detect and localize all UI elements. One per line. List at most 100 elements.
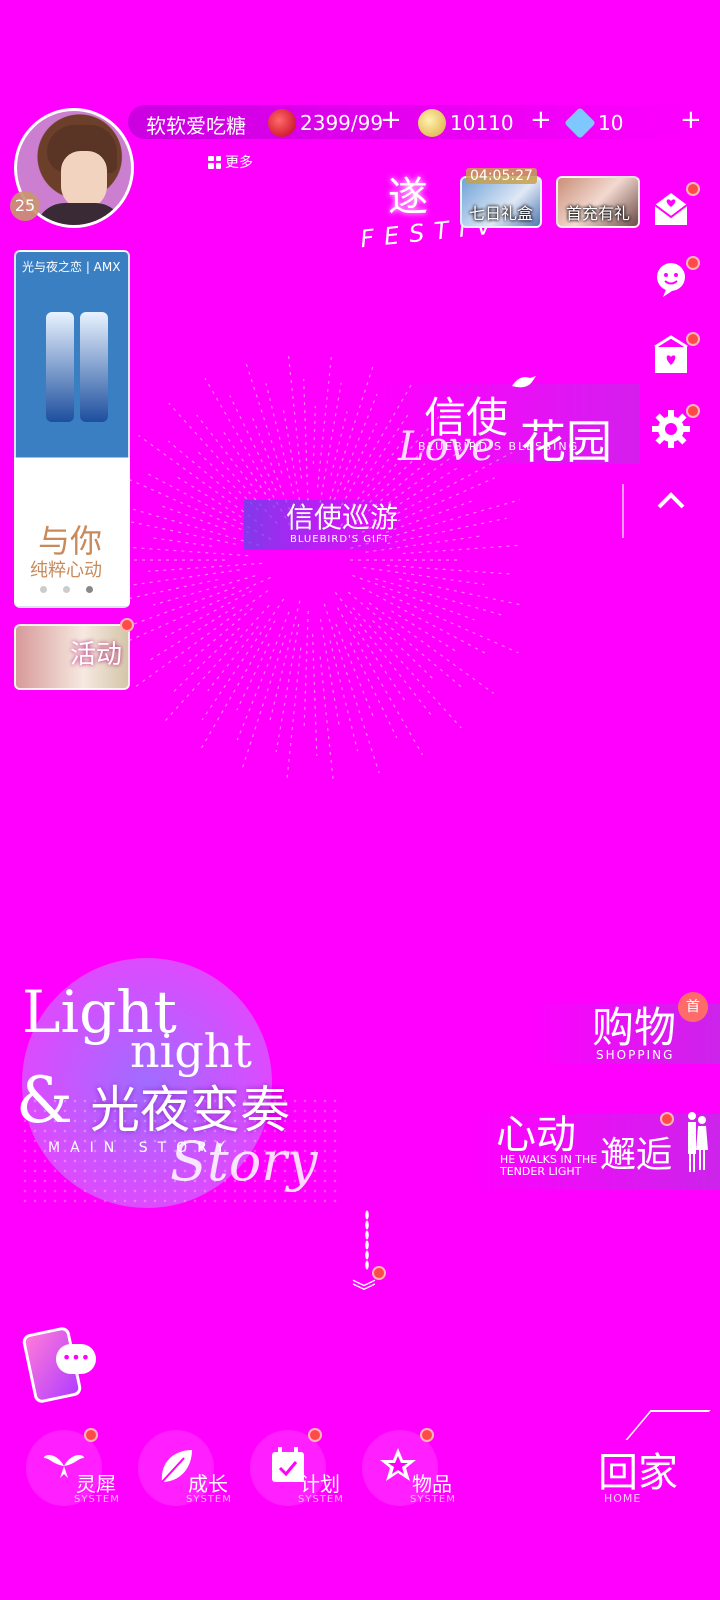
settings-notification-dot (686, 404, 700, 418)
firework-spark (241, 634, 287, 771)
level-badge: 25 (10, 191, 40, 221)
diamond-icon (564, 107, 596, 139)
scroll-down-button[interactable]: ︾ (352, 1272, 376, 1307)
firework-spark (353, 624, 407, 703)
diamonds-value: 10 (598, 111, 624, 135)
firework-spark (352, 607, 462, 729)
settings-button[interactable] (648, 404, 700, 452)
nav-lingxi-sub: SYSTEM (74, 1494, 120, 1505)
firework-spark (122, 569, 240, 587)
coin-icon (418, 109, 446, 137)
more-button[interactable]: 更多 (208, 152, 253, 172)
firework-spark (131, 586, 236, 626)
firework-spark (330, 411, 348, 476)
stamina-value: 2399/99 (300, 111, 384, 135)
carousel-dots (40, 586, 93, 593)
drink-bottle-image (46, 312, 74, 422)
cruise-title: 信使巡游 (286, 501, 399, 534)
scroll-dots (365, 1210, 369, 1270)
nav-plan[interactable]: 计划 SYSTEM (250, 1428, 360, 1520)
garden-title-a: 信使 (424, 393, 509, 442)
firework-spark (148, 562, 263, 572)
nav-items[interactable]: 物品 SYSTEM (362, 1428, 472, 1520)
house-roof-icon (625, 1410, 711, 1440)
firework-spark (372, 620, 435, 681)
firework-spark (323, 603, 380, 774)
firework-spark (402, 544, 520, 555)
firework-spark (229, 395, 277, 492)
encounter-english: HE WALKS IN THE TENDER LIGHT (500, 1153, 598, 1178)
mail-button[interactable] (648, 182, 700, 232)
firework-spark (150, 536, 213, 547)
firework-spark (275, 623, 300, 753)
nav-lingxi[interactable]: 灵犀 SYSTEM (26, 1428, 136, 1520)
seven-day-gift-label: 七日礼盒 (468, 204, 533, 223)
gift-notification-dot (686, 332, 700, 346)
firework-spark (329, 363, 375, 500)
scroll-notification-dot (372, 1266, 386, 1280)
first-charge-label: 首充有礼 (565, 204, 630, 223)
diamonds-display: 10 (564, 107, 624, 139)
firework-spark (398, 578, 520, 606)
encounter-notification-dot (660, 1112, 674, 1126)
firework-spark (319, 656, 334, 780)
add-stamina-button[interactable]: + (380, 105, 402, 135)
nav-items-sub: SYSTEM (410, 1494, 456, 1505)
firework-spark (349, 642, 398, 739)
firework-spark (384, 592, 519, 654)
shopping-title: 购物 (592, 1003, 677, 1052)
firework-spark (303, 379, 309, 502)
firework-spark (265, 383, 295, 495)
home-button[interactable]: 回家 HOME (598, 1410, 711, 1505)
firework-spark (303, 610, 309, 729)
firework-spark (199, 620, 276, 751)
garden-english: BLUEBIRD'S BLESSING (418, 440, 580, 453)
divider (622, 484, 624, 538)
mail-icon (654, 193, 688, 225)
first-purchase-badge: 首 (678, 992, 708, 1022)
ad-brand: 光与夜之恋 | AMX (22, 260, 121, 274)
nav-plan-sub: SYSTEM (298, 1494, 344, 1505)
chevron-up-icon (657, 492, 685, 509)
gift-box-icon (654, 335, 688, 373)
chat-button[interactable] (648, 256, 700, 304)
firework-spark (236, 643, 270, 711)
firework-spark (343, 423, 378, 491)
nav-growth-label: 成长 (188, 1472, 228, 1496)
ad-banner[interactable]: 光与夜之恋 | AMX 与你 纯粹心动 (14, 250, 130, 608)
firework-spark (163, 604, 270, 724)
chat-notification-dot (686, 256, 700, 270)
nav-lingxi-label: 灵犀 (76, 1472, 116, 1496)
collapse-menu-button[interactable] (648, 478, 694, 524)
first-charge-button[interactable]: 首充有礼 (556, 176, 640, 228)
story-script: Story (170, 1130, 318, 1193)
firework-spark (122, 546, 249, 557)
firework-spark (334, 591, 433, 718)
activity-button[interactable]: 活动 (14, 618, 134, 690)
gift-box-button[interactable] (648, 332, 700, 378)
firework-spark (335, 623, 375, 719)
nav-lingxi-dot (84, 1428, 98, 1442)
firework-spark (221, 429, 276, 509)
add-diamonds-button[interactable]: + (680, 105, 702, 135)
firework-spark (174, 475, 242, 518)
mail-notification-dot (686, 182, 700, 196)
nav-growth[interactable]: 成长 SYSTEM (138, 1430, 248, 1520)
firework-spark (130, 507, 260, 546)
firework-spark (319, 618, 341, 728)
nav-items-label: 物品 (412, 1472, 452, 1496)
drink-bottle-image (80, 312, 108, 422)
festival-logo[interactable]: 遂 (388, 164, 428, 222)
firework-spark (311, 633, 318, 756)
couple-icon (688, 1112, 708, 1172)
shopping-english: SHOPPING (596, 1048, 675, 1062)
message-bubble-icon: ••• (56, 1344, 96, 1374)
nav-plan-dot (308, 1428, 322, 1442)
activity-notification-dot (120, 618, 134, 632)
cruise-english: BLUEBIRD'S GIFT (290, 534, 390, 545)
coins-display: 10110 (418, 108, 514, 138)
settings-icon (652, 410, 690, 448)
add-coins-button[interactable]: + (530, 105, 552, 135)
encounter-title-b: 邂逅 (600, 1135, 673, 1176)
coins-value: 10110 (450, 111, 514, 135)
